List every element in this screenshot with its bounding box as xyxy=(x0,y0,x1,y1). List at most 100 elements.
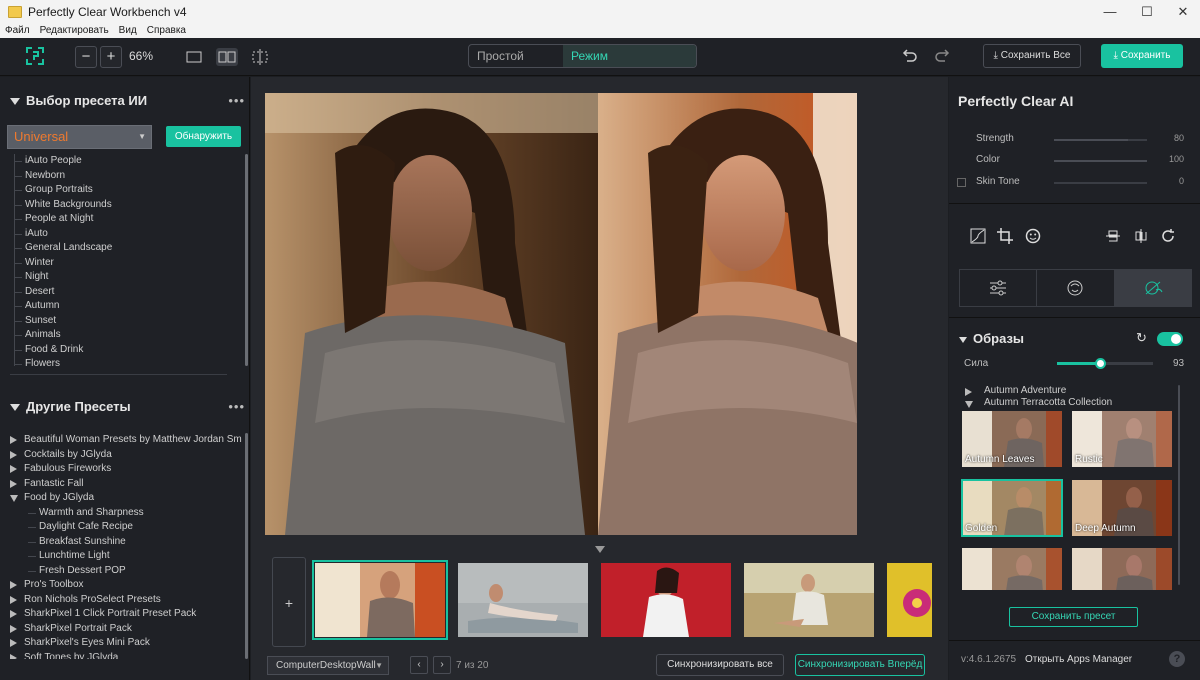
preset-folder[interactable]: Beautiful Woman Presets by Matthew Jorda… xyxy=(10,433,242,448)
folder-dropdown[interactable]: ComputerDesktopWall ▼ xyxy=(267,656,389,675)
skin-tone-slider[interactable]: Skin Tone 0 xyxy=(949,175,1200,191)
help-icon[interactable]: ? xyxy=(1169,651,1185,667)
mode-simple-tab[interactable]: Простой режим xyxy=(469,45,563,67)
tab-adjustments[interactable] xyxy=(960,270,1038,306)
detect-button[interactable]: Обнаружить xyxy=(166,126,241,147)
ai-preset-item[interactable]: Group Portraits xyxy=(15,183,240,198)
preset-dropdown[interactable]: Universal ▼ xyxy=(7,125,152,149)
ai-preset-item[interactable]: Food & Drink xyxy=(15,343,240,358)
ai-preset-item[interactable]: Flowers xyxy=(15,357,240,366)
look-tile[interactable]: Golden xyxy=(961,479,1063,537)
strength-slider[interactable]: Strength 80 xyxy=(949,132,1200,148)
split-view-button[interactable] xyxy=(216,48,238,66)
ai-preset-item[interactable]: Sunset xyxy=(15,314,240,329)
preset-item[interactable]: Warmth and Sharpness xyxy=(10,506,242,521)
minimize-button[interactable]: — xyxy=(1093,0,1127,24)
other-section-more-icon[interactable]: ••• xyxy=(228,399,245,414)
preset-item[interactable]: Daylight Cafe Recipe xyxy=(10,520,242,535)
ai-preset-item[interactable]: Autumn xyxy=(15,299,240,314)
close-button[interactable]: ✕ xyxy=(1166,0,1200,24)
add-image-button[interactable]: + xyxy=(272,557,306,647)
look-tile[interactable] xyxy=(1072,548,1172,590)
save-preset-button[interactable]: Сохранить пресет xyxy=(1009,607,1138,627)
sila-slider[interactable] xyxy=(1057,358,1153,369)
preset-folder[interactable]: Ron Nichols ProSelect Presets xyxy=(10,593,242,608)
ai-preset-item[interactable]: Desert xyxy=(15,285,240,300)
ai-preset-item[interactable]: iAuto xyxy=(15,227,240,242)
ai-preset-item[interactable]: Newborn xyxy=(15,169,240,184)
filmstrip-thumb[interactable] xyxy=(312,560,448,640)
preset-item[interactable]: Fresh Dessert POP xyxy=(10,564,242,579)
filmstrip-thumb[interactable] xyxy=(887,563,932,637)
sync-forward-button[interactable]: Синхронизировать Вперёд xyxy=(795,654,925,676)
preset-item[interactable]: Breakfast Sunshine xyxy=(10,535,242,550)
ai-preset-item[interactable]: Animals xyxy=(15,328,240,343)
flip-vertical-icon[interactable] xyxy=(1105,228,1121,244)
filmstrip-thumb[interactable] xyxy=(601,563,731,637)
ai-preset-item[interactable]: General Landscape xyxy=(15,241,240,256)
curves-icon[interactable] xyxy=(970,228,986,244)
ai-preset-item[interactable]: People at Night xyxy=(15,212,240,227)
ai-section-more-icon[interactable]: ••• xyxy=(228,93,245,108)
menu-edit[interactable]: Редактировать xyxy=(35,24,114,38)
previous-image-button[interactable]: ‹ xyxy=(410,656,428,674)
menu-file[interactable]: Файл xyxy=(0,24,35,38)
zoom-in-button[interactable]: + xyxy=(100,46,122,68)
ai-preset-item[interactable]: Winter xyxy=(15,256,240,271)
filmstrip-thumb[interactable] xyxy=(744,563,874,637)
expand-filmstrip-icon[interactable] xyxy=(595,546,605,553)
tab-ai-presets[interactable] xyxy=(1037,270,1115,306)
skin-tone-checkbox[interactable] xyxy=(957,178,966,187)
ai-preset-section-header[interactable]: Выбор пресета ИИ xyxy=(10,93,147,108)
collection-autumn-adventure[interactable]: Autumn Adventure xyxy=(965,385,1066,397)
preset-folder[interactable]: Fantastic Fall xyxy=(10,477,242,492)
rotate-icon[interactable] xyxy=(1160,228,1176,244)
preset-folder[interactable]: Soft Tones by JGlyda xyxy=(10,651,242,659)
preset-folder[interactable]: SharkPixel 1 Click Portrait Preset Pack xyxy=(10,607,242,622)
collection-autumn-terracotta[interactable]: Autumn Terracotta Collection xyxy=(965,397,1112,409)
redo-icon[interactable] xyxy=(934,47,952,65)
filmstrip-thumb[interactable] xyxy=(458,563,588,637)
preset-item[interactable]: Lunchtime Light xyxy=(10,549,242,564)
preset-folder[interactable]: Cocktails by JGlyda xyxy=(10,448,242,463)
next-image-button[interactable]: › xyxy=(433,656,451,674)
single-view-button[interactable] xyxy=(183,48,205,66)
look-tile[interactable]: Rustic xyxy=(1072,411,1172,467)
maximize-button[interactable]: ☐ xyxy=(1130,0,1164,24)
compare-view-button[interactable] xyxy=(249,48,271,66)
tab-looks[interactable] xyxy=(1114,270,1191,306)
slider-track[interactable] xyxy=(1054,182,1147,184)
ai-list-scrollbar[interactable] xyxy=(245,154,248,366)
menu-view[interactable]: Вид xyxy=(114,24,142,38)
preset-folder[interactable]: Food by JGlyda xyxy=(10,491,242,506)
zoom-out-button[interactable]: − xyxy=(75,46,97,68)
save-all-button[interactable]: ⤓ Сохранить Все xyxy=(983,44,1081,68)
ai-preset-item[interactable]: White Backgrounds xyxy=(15,198,240,213)
reset-icon[interactable]: ↻ xyxy=(1136,330,1147,346)
look-tile[interactable] xyxy=(962,548,1062,590)
preset-folder[interactable]: Pro's Toolbox xyxy=(10,578,242,593)
save-button[interactable]: ⤓ Сохранить xyxy=(1101,44,1183,68)
ai-preset-item[interactable]: Night xyxy=(15,270,240,285)
ai-preset-item[interactable]: iAuto People xyxy=(15,154,240,169)
flip-horizontal-icon[interactable] xyxy=(1133,228,1149,244)
preset-folder[interactable]: SharkPixel's Eyes Mini Pack xyxy=(10,636,242,651)
slider-track[interactable] xyxy=(1054,139,1147,141)
preset-folder[interactable]: SharkPixel Portrait Pack xyxy=(10,622,242,637)
look-tile[interactable]: Autumn Leaves xyxy=(962,411,1062,467)
crop-icon[interactable] xyxy=(997,228,1013,244)
mode-edit-tab[interactable]: Режим редактирования xyxy=(563,45,696,67)
color-slider[interactable]: Color 100 xyxy=(949,153,1200,169)
look-tile[interactable]: Deep Autumn xyxy=(1072,480,1172,536)
other-presets-section-header[interactable]: Другие Пресеты xyxy=(10,399,131,414)
other-list-scrollbar[interactable] xyxy=(245,433,248,659)
apps-manager-link[interactable]: Открыть Apps Manager xyxy=(1025,654,1132,665)
slider-track[interactable] xyxy=(1054,160,1147,162)
face-icon[interactable] xyxy=(1025,228,1041,244)
sync-all-button[interactable]: Синхронизировать все xyxy=(656,654,784,676)
looks-toggle[interactable] xyxy=(1157,332,1183,346)
preset-folder[interactable]: Fabulous Fireworks xyxy=(10,462,242,477)
sila-slider-handle[interactable] xyxy=(1095,358,1107,369)
menu-help[interactable]: Справка xyxy=(142,24,191,38)
looks-section-header[interactable]: Образы xyxy=(959,331,1024,346)
